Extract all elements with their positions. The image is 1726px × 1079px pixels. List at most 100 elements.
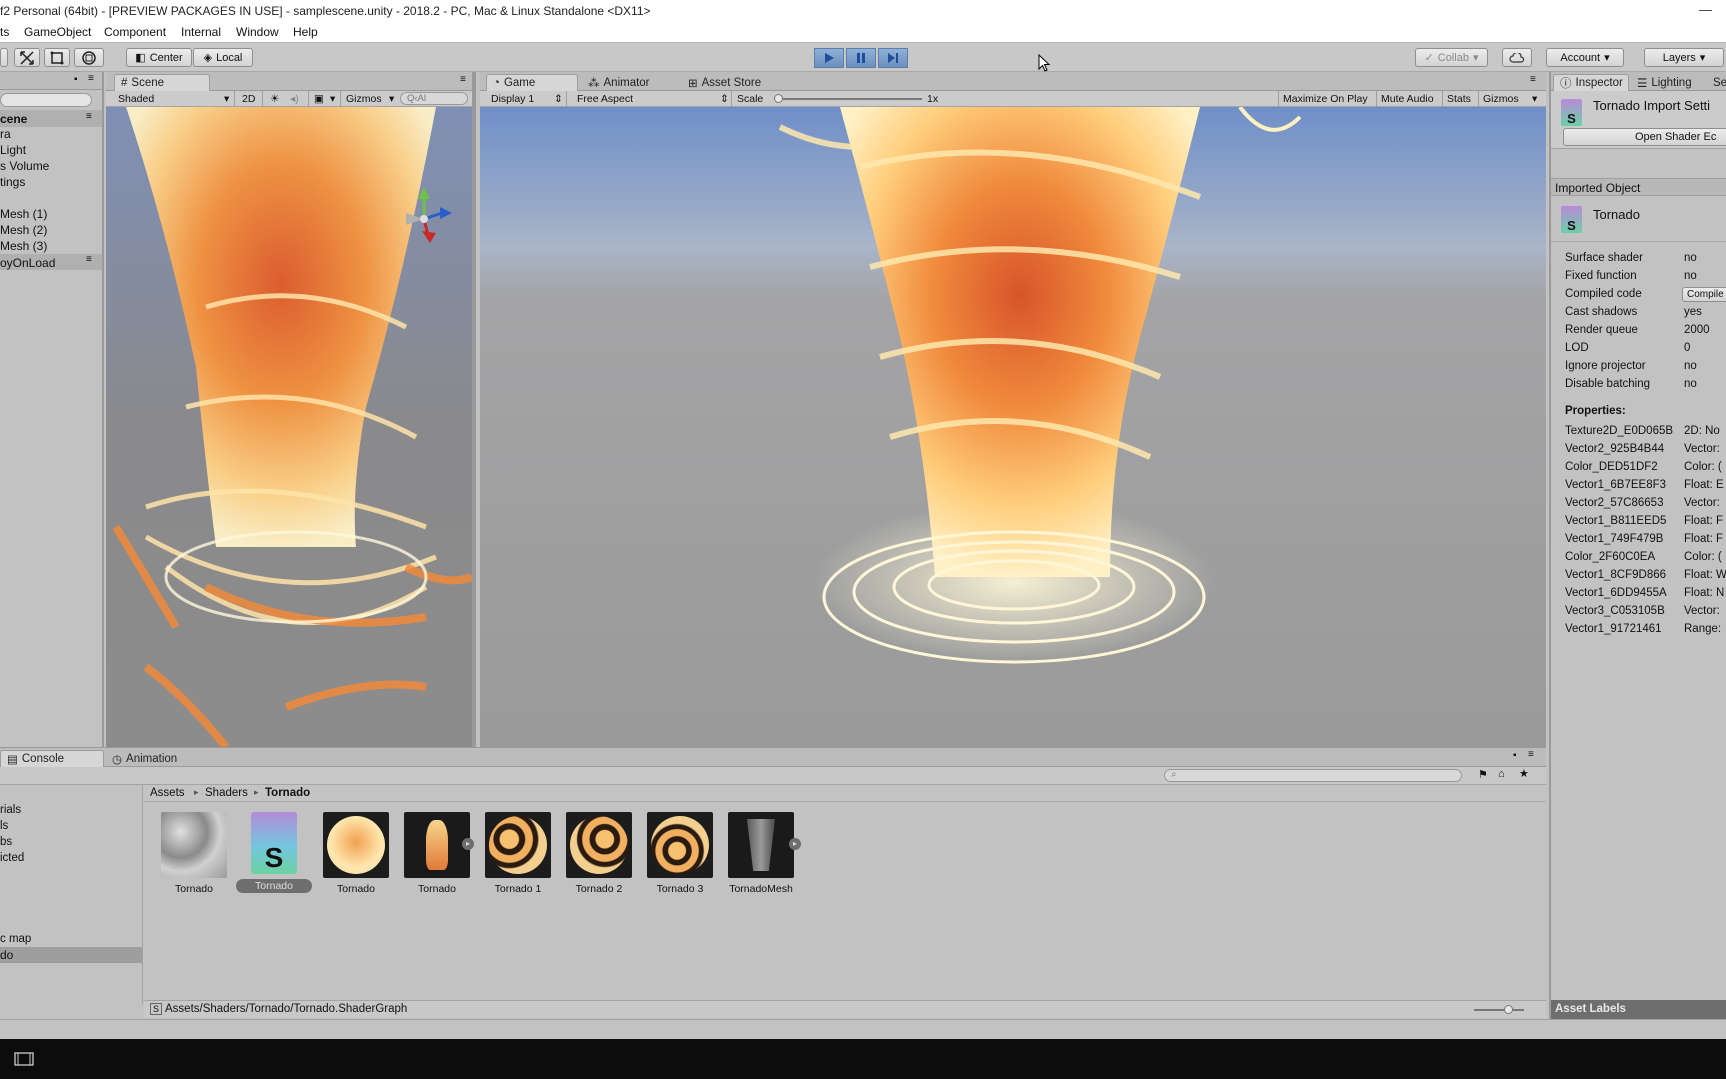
menu-component[interactable]: Component [104,25,166,39]
pivot-local-button[interactable]: ◈ Local [193,48,253,67]
hierarchy-item[interactable]: tings [0,175,25,189]
panel-menu-icon[interactable]: ≡ [1528,749,1534,760]
hierarchy-item[interactable]: Mesh (3) [0,239,47,253]
tab-animator[interactable]: ⁂ Animator [582,74,656,91]
expand-arrow-icon[interactable]: ▸ [789,838,801,850]
effects-toggle-icon[interactable]: ▣ [314,93,324,105]
scale-slider-handle[interactable] [774,94,783,103]
tab-lighting[interactable]: ☰ Lighting [1631,74,1698,91]
tab-animation[interactable]: ◷ Animation [106,750,183,767]
menu-assets[interactable]: ts [0,25,9,39]
folder-item[interactable]: icted [0,852,24,864]
tab-services[interactable]: Se [1707,74,1726,91]
mute-audio-toggle[interactable]: Mute Audio [1381,93,1434,105]
scene-menu-icon[interactable]: ≡ [86,111,92,122]
icon-size-handle[interactable] [1504,1005,1513,1014]
inspector-panel: ⓘ Inspector ☰ Lighting Se S Tornado Import… [1549,72,1726,1019]
panel-menu-icon[interactable]: ≡ [1530,74,1536,85]
panel-menu-icon[interactable]: ≡ [460,74,466,85]
lock-icon[interactable]: ▪ [1513,750,1517,761]
mode-2d-toggle[interactable]: 2D [242,93,255,105]
lock-icon[interactable]: ▪ [74,74,78,85]
tab-scene[interactable]: # Scene [114,74,210,91]
hierarchy-search-input[interactable] [0,93,92,107]
dontdestroy-row[interactable]: oyOnLoad ≡ [0,254,102,270]
aspect-dropdown[interactable]: Free Aspect [577,93,633,105]
tab-asset-store[interactable]: ⊞ Asset Store [682,74,767,91]
lighting-toggle-icon[interactable]: ☀ [270,93,279,105]
filter-type-icon[interactable]: ⚑ [1478,768,1488,781]
scale-slider[interactable] [774,94,922,103]
asset-labels-bar[interactable]: Asset Labels [1551,1000,1726,1019]
folder-item[interactable]: bs [0,836,12,848]
asset-tornado-noise[interactable]: Tornado [156,812,232,895]
play-button[interactable] [814,48,844,68]
asset-tornado-prefab[interactable]: Tornado [399,812,475,895]
stats-toggle[interactable]: Stats [1447,93,1471,105]
expand-arrow-icon[interactable]: ▸ [462,838,474,850]
asset-tornado-mesh[interactable]: TornadoMesh [723,812,799,895]
breadcrumb-assets[interactable]: Assets [150,787,185,799]
hierarchy-item[interactable]: Mesh (1) [0,207,47,221]
cloud-button[interactable] [1502,48,1532,67]
pivot-center-button[interactable]: ◧ Center [126,48,192,67]
gizmos-dropdown[interactable]: Gizmos [1483,93,1519,105]
asset-tornado-3[interactable]: Tornado 3 [642,812,718,895]
breadcrumb-tornado[interactable]: Tornado [265,787,310,799]
asset-tornado-1[interactable]: Tornado 1 [480,812,556,895]
compile-button[interactable]: Compile [1682,287,1726,302]
asset-labels-title: Asset Labels [1555,1003,1626,1015]
gizmos-dropdown[interactable]: Gizmos [346,93,382,105]
minimize-button[interactable]: — [1699,2,1712,17]
hierarchy-item[interactable]: ra [0,127,11,141]
hierarchy-item[interactable]: Light [0,143,26,157]
filter-label-icon[interactable]: ⌂ [1498,768,1505,780]
task-view-icon[interactable] [14,1051,34,1067]
open-shader-editor-button[interactable]: Open Shader Ec [1563,128,1726,146]
asset-label: TornadoMesh [729,883,793,895]
game-viewport[interactable] [480,107,1546,747]
shading-mode-dropdown[interactable]: Shaded [118,93,154,105]
move-tool-button[interactable] [14,48,40,67]
menu-window[interactable]: Window [236,25,279,39]
scene-search-input[interactable]: Q‹Al [400,92,468,105]
breadcrumb-shaders[interactable]: Shaders [205,787,248,799]
asset-tornado-material[interactable]: Tornado [318,812,394,895]
menu-internal[interactable]: Internal [181,25,221,39]
transform-tool-button[interactable] [74,48,104,67]
folder-item[interactable]: rials [0,804,21,816]
tab-console[interactable]: ▤ Console [0,750,104,767]
asset-tornado-2[interactable]: Tornado 2 [561,812,637,895]
account-dropdown[interactable]: Account ▾ [1546,48,1624,67]
hierarchy-item[interactable]: s Volume [0,159,49,173]
folder-item[interactable]: ls [0,820,8,832]
project-search-input[interactable]: ⌕ [1164,769,1462,782]
property-name: Vector1_8CF9D866 [1565,569,1667,581]
menu-icon[interactable]: ≡ [88,73,94,84]
menu-gameobject[interactable]: GameObject [24,25,91,39]
property-name: Vector2_57C86653 [1565,497,1664,509]
favorite-star-icon[interactable]: ★ [1519,767,1529,780]
audio-toggle-icon[interactable]: ◂) [290,93,299,105]
maximize-on-play-toggle[interactable]: Maximize On Play [1283,93,1368,105]
scene-viewport[interactable] [106,107,472,747]
scene-row[interactable]: cene ≡ [0,110,102,127]
shader-graph-icon: S [1561,99,1582,126]
folder-item-selected[interactable]: do [0,947,142,963]
rect-tool-button[interactable] [44,48,70,67]
menu-help[interactable]: Help [293,25,318,39]
hierarchy-item[interactable]: Mesh (2) [0,223,47,237]
pause-button[interactable] [846,48,876,68]
step-button[interactable] [878,48,908,68]
hand-tool-button[interactable] [0,48,8,67]
folder-item[interactable]: c map [0,933,31,945]
row-menu-icon[interactable]: ≡ [86,254,92,265]
icon-size-slider[interactable] [1474,1005,1524,1014]
display-dropdown[interactable]: Display 1 [491,93,534,105]
tab-game[interactable]: ◔ Game [486,74,578,91]
layers-dropdown[interactable]: Layers ▾ [1644,48,1724,67]
shader-graph-icon: S [251,812,297,874]
tab-inspector[interactable]: ⓘ Inspector [1553,74,1629,91]
collab-dropdown[interactable]: ✓ Collab ▾ [1415,48,1488,67]
asset-tornado-shader[interactable]: S Tornado [236,812,312,893]
